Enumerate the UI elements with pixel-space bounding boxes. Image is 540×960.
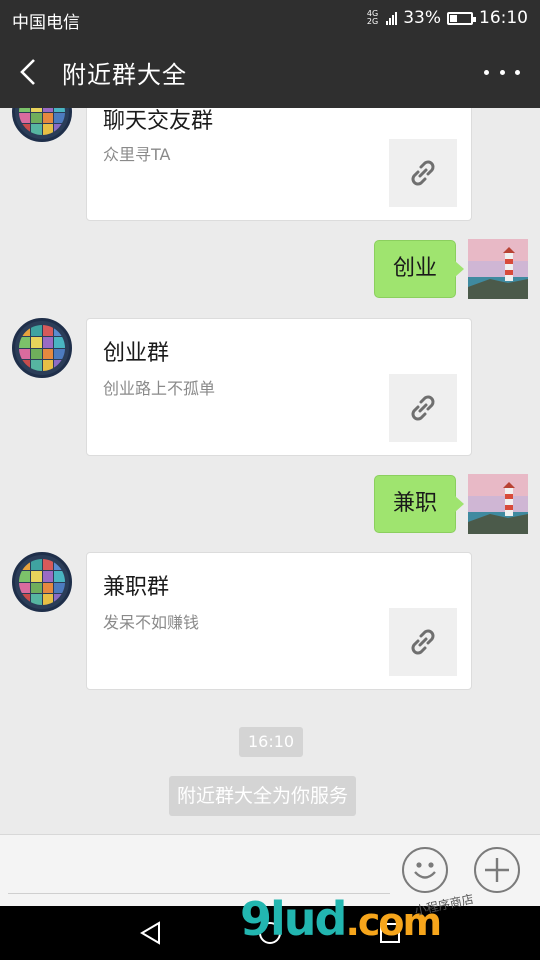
battery-icon [447,11,476,25]
lighthouse-avatar-icon [468,239,528,299]
user-avatar[interactable] [468,239,528,299]
card-thumbnail [389,608,457,676]
chat-area[interactable]: 聊天交友群 众里寻TA 创业 创业群 创业路上不孤单 兼职 兼职群 发呆不如赚钱… [0,108,540,834]
group-link-card[interactable]: 创业群 创业路上不孤单 [86,318,472,456]
card-thumbnail [389,374,457,442]
card-title: 聊天交友群 [103,109,214,134]
emoji-button[interactable] [402,847,448,893]
back-button[interactable] [14,56,46,88]
carrier-name: 中国电信 [12,13,80,33]
link-icon [411,395,435,421]
more-dots-icon [484,69,489,75]
group-avatar[interactable] [12,552,72,612]
card-description: 发呆不如赚钱 [103,613,200,632]
group-avatar[interactable] [12,108,72,142]
emoji-icon [414,862,436,879]
status-right: 4G 2G 33% 16:10 [367,8,528,28]
card-title: 兼职群 [103,575,170,600]
group-link-card[interactable]: 兼职群 发呆不如赚钱 [86,552,472,690]
sent-message-bubble[interactable]: 兼职 [373,475,465,533]
lighthouse-avatar-icon [468,474,528,534]
link-icon [411,629,435,655]
user-avatar[interactable] [468,474,528,534]
battery-percent: 33% [403,8,441,28]
system-notice: 附近群大全为你服务 [169,776,357,816]
group-link-card[interactable]: 聊天交友群 众里寻TA [86,108,472,221]
site-watermark: 9lud.com [240,892,442,946]
people-collage-icon [19,559,65,605]
more-button[interactable] [484,60,520,84]
card-thumbnail [389,139,457,207]
plus-button[interactable] [474,847,520,893]
title-bar: 附近群大全 [0,36,540,108]
card-title: 创业群 [103,341,170,366]
page-title: 附近群大全 [62,61,187,89]
group-avatar[interactable] [12,318,72,378]
back-arrow-icon [20,59,35,85]
network-type-icon: 4G 2G [366,9,379,26]
nav-back-icon [140,921,160,945]
status-bar: 中国电信 4G 2G 33% 16:10 [0,0,540,36]
card-description: 创业路上不孤单 [103,379,216,398]
plus-icon [485,858,509,882]
signal-icon [386,11,398,25]
sent-message-bubble[interactable]: 创业 [373,240,465,298]
card-description: 众里寻TA [103,145,171,164]
clock: 16:10 [479,8,528,28]
timestamp-chip: 16:10 [239,727,304,757]
link-icon [411,160,435,186]
nav-back-button[interactable] [138,920,164,946]
people-collage-icon [19,108,65,135]
people-collage-icon [19,325,65,371]
